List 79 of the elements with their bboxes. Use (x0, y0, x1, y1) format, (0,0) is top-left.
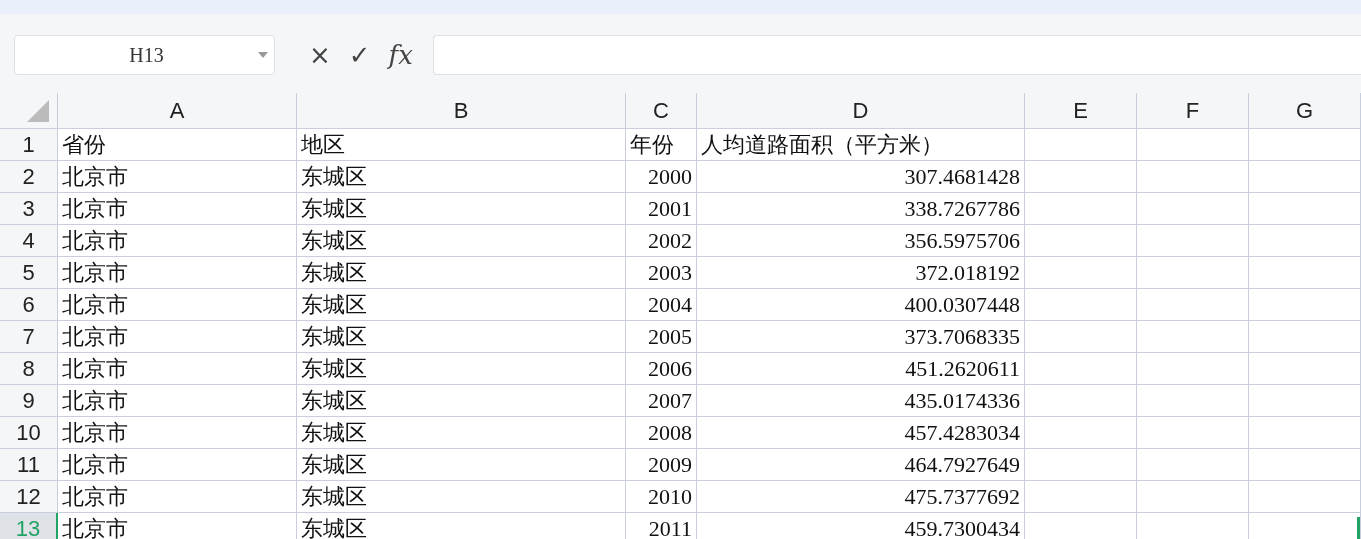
table-cell: 2005 (648, 323, 692, 350)
table-cell-text: 北京市 (62, 258, 128, 287)
row-header[interactable]: 12 (0, 481, 58, 513)
table-cell: 457.4283034 (904, 419, 1020, 446)
table-cell: 475.7377692 (904, 483, 1020, 510)
table-cell: 435.0174336 (904, 387, 1020, 414)
table-cell-text: 东城区 (301, 226, 367, 255)
selection-border (1357, 517, 1360, 539)
table-cell-text: 人均道路面积（平方米） (701, 130, 943, 159)
table-cell: 2006 (648, 355, 692, 382)
table-cell-text: 北京市 (62, 418, 128, 447)
table-cell-text: 北京市 (62, 450, 128, 479)
table-cell: 2004 (648, 291, 692, 318)
table-cell-text: 北京市 (62, 194, 128, 223)
table-cell: 459.7300434 (904, 515, 1020, 539)
row-header[interactable]: 7 (0, 321, 58, 353)
table-cell-text: 省份 (62, 130, 106, 159)
row-header[interactable]: 1 (0, 129, 58, 161)
row-header[interactable]: 6 (0, 289, 58, 321)
column-header[interactable]: D (697, 93, 1025, 129)
table-cell-text: 北京市 (62, 482, 128, 511)
table-cell-text: 北京市 (62, 226, 128, 255)
row-header[interactable]: 8 (0, 353, 58, 385)
column-header[interactable]: B (297, 93, 626, 129)
table-cell-text: 北京市 (62, 514, 128, 539)
table-cell-text: 东城区 (301, 354, 367, 383)
table-cell-text: 北京市 (62, 386, 128, 415)
table-cell: 2009 (648, 451, 692, 478)
row-header[interactable]: 4 (0, 225, 58, 257)
table-cell: 2011 (648, 515, 692, 539)
insert-function-button[interactable]: fx (388, 42, 413, 68)
table-cell-text: 东城区 (301, 418, 367, 447)
table-cell: 2010 (648, 483, 692, 510)
row-header[interactable]: 3 (0, 193, 58, 225)
row-header[interactable]: 2 (0, 161, 58, 193)
table-cell: 400.0307448 (904, 291, 1020, 318)
column-header[interactable]: A (58, 93, 297, 129)
column-header[interactable]: E (1025, 93, 1137, 129)
table-cell: 2000 (648, 163, 692, 190)
table-cell: 451.2620611 (905, 355, 1020, 382)
table-cell: 2008 (648, 419, 692, 446)
table-cell: 338.7267786 (904, 195, 1020, 222)
table-cell-text: 东城区 (301, 322, 367, 351)
row-header[interactable]: 5 (0, 257, 58, 289)
column-header[interactable]: G (1249, 93, 1361, 129)
row-header[interactable]: 10 (0, 417, 58, 449)
table-cell-text: 东城区 (301, 194, 367, 223)
name-box[interactable]: H13 (14, 35, 275, 75)
table-cell: 373.7068335 (904, 323, 1020, 350)
table-cell: 356.5975706 (904, 227, 1020, 254)
table-cell-text: 东城区 (301, 258, 367, 287)
table-cell-text: 东城区 (301, 482, 367, 511)
cancel-button[interactable]: × (309, 42, 331, 68)
table-cell-text: 东城区 (301, 162, 367, 191)
table-cell-text: 东城区 (301, 290, 367, 319)
table-cell-text: 北京市 (62, 322, 128, 351)
table-cell: 464.7927649 (904, 451, 1020, 478)
row-header[interactable]: 9 (0, 385, 58, 417)
dropdown-caret-icon[interactable] (258, 52, 268, 58)
table-cell: 307.4681428 (904, 163, 1020, 190)
select-all-icon[interactable] (27, 100, 49, 122)
table-cell: 2001 (648, 195, 692, 222)
table-cell-text: 北京市 (62, 354, 128, 383)
table-cell: 2003 (648, 259, 692, 286)
table-cell: 2007 (648, 387, 692, 414)
formula-input[interactable] (433, 35, 1361, 75)
table-cell-text: 东城区 (301, 450, 367, 479)
table-cell-text: 年份 (630, 130, 674, 159)
table-cell-text: 北京市 (62, 162, 128, 191)
row-header[interactable]: 11 (0, 449, 58, 481)
table-cell-text: 东城区 (301, 514, 367, 539)
table-cell: 372.018192 (915, 259, 1020, 286)
table-cell: 2002 (648, 227, 692, 254)
table-cell-text: 地区 (301, 130, 345, 159)
confirm-button[interactable]: ✓ (348, 42, 371, 68)
table-cell-text: 东城区 (301, 386, 367, 415)
column-header[interactable]: F (1137, 93, 1249, 129)
table-cell-text: 北京市 (62, 290, 128, 319)
column-header[interactable]: C (626, 93, 697, 129)
